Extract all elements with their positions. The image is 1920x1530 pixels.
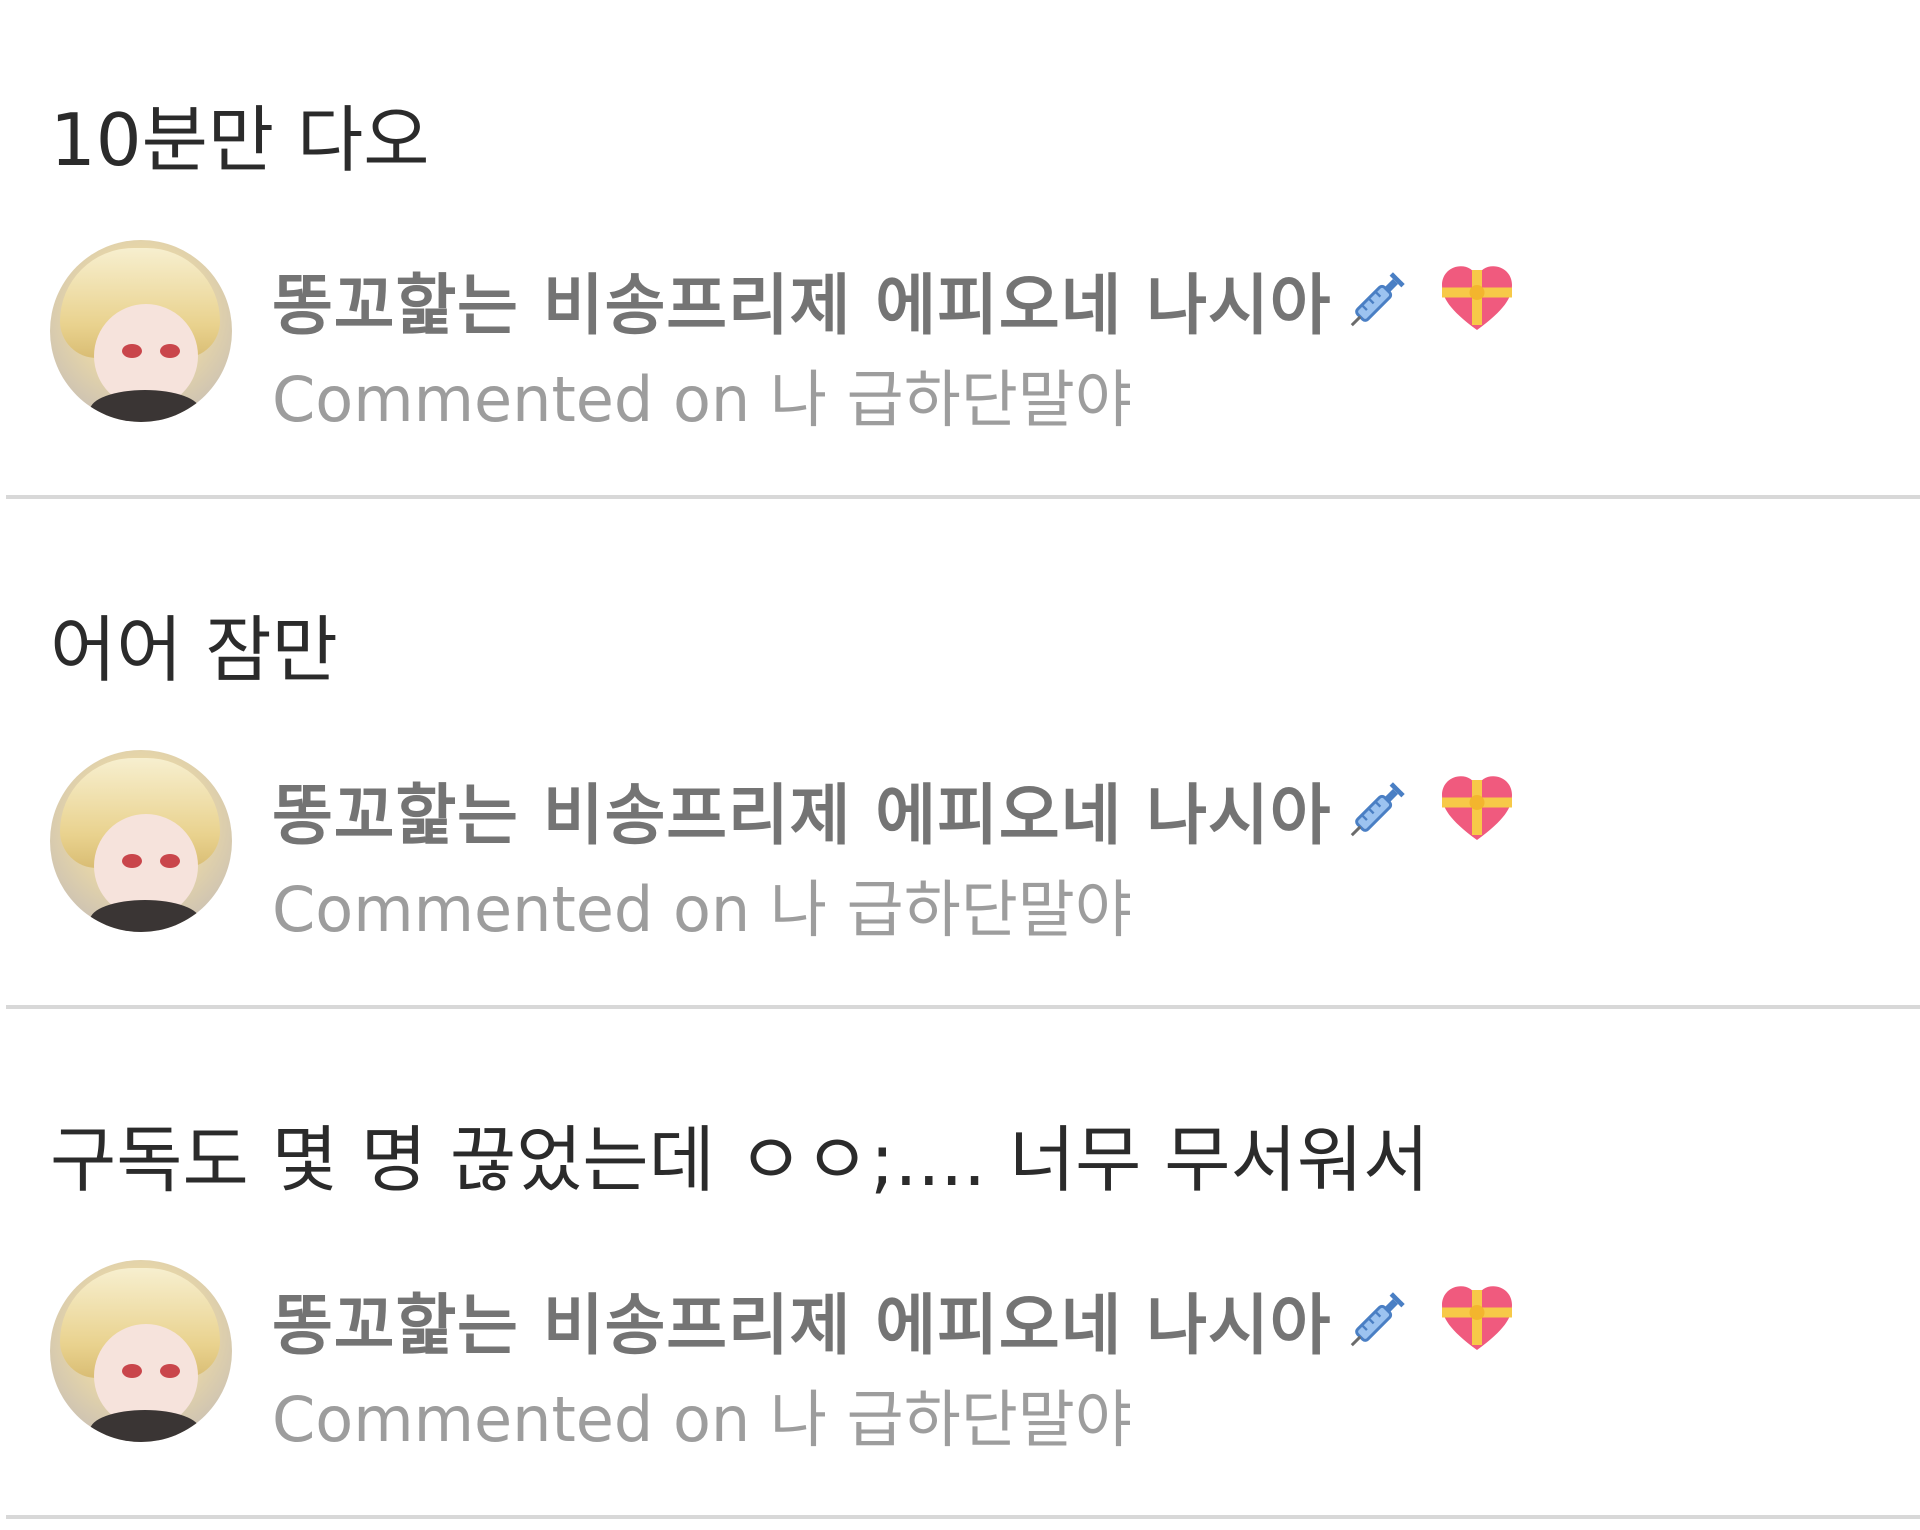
commented-on-line: Commented on 나 급하단말야 [272,350,1517,450]
commented-on-label: Commented on [272,873,770,946]
avatar[interactable] [50,240,232,422]
divider [6,1515,1920,1519]
comment-item[interactable]: 어어 잠만 똥꼬핥는 비송프리제 에피오네 나시아 Commented on 나… [0,510,1920,1020]
author-name-text: 똥꼬핥는 비송프리제 에피오네 나시아 [272,267,1332,344]
comment-meta: 똥꼬핥는 비송프리제 에피오네 나시아 Commented on 나 급하단말야 [272,250,1517,450]
author-name[interactable]: 똥꼬핥는 비송프리제 에피오네 나시아 [272,760,1517,860]
commented-on-label: Commented on [272,363,770,436]
author-name[interactable]: 똥꼬핥는 비송프리제 에피오네 나시아 [272,1270,1517,1370]
post-title-link[interactable]: 나 급하단말야 [770,873,1132,946]
avatar[interactable] [50,750,232,932]
author-name[interactable]: 똥꼬핥는 비송프리제 에피오네 나시아 [272,250,1517,350]
commented-on-line: Commented on 나 급하단말야 [272,860,1517,960]
comment-text: 10분만 다오 [50,98,430,182]
divider [6,1005,1920,1009]
heart-with-ribbon-icon [1442,776,1513,840]
divider [6,495,1920,499]
comment-text: 어어 잠만 [50,608,338,692]
post-title-link[interactable]: 나 급하단말야 [770,363,1132,436]
comment-item[interactable]: 10분만 다오 똥꼬핥는 비송프리제 에피오네 나시아 Commented on… [0,0,1920,510]
author-name-text: 똥꼬핥는 비송프리제 에피오네 나시아 [272,1287,1332,1364]
author-name-text: 똥꼬핥는 비송프리제 에피오네 나시아 [272,777,1332,854]
post-title-link[interactable]: 나 급하단말야 [770,1383,1132,1456]
syringe-icon [1351,272,1406,327]
comment-text: 구독도 몇 명 끊었는데 ㅇㅇ;.... 너무 무서워서 [50,1118,1430,1202]
comment-list: 10분만 다오 똥꼬핥는 비송프리제 에피오네 나시아 Commented on… [0,0,1920,1530]
avatar[interactable] [50,1260,232,1442]
comment-item[interactable]: 구독도 몇 명 끊었는데 ㅇㅇ;.... 너무 무서워서 똥꼬핥는 비송프리제 … [0,1020,1920,1530]
comment-meta: 똥꼬핥는 비송프리제 에피오네 나시아 Commented on 나 급하단말야 [272,1270,1517,1470]
commented-on-label: Commented on [272,1383,770,1456]
commented-on-line: Commented on 나 급하단말야 [272,1370,1517,1470]
heart-with-ribbon-icon [1442,266,1513,330]
syringe-icon [1351,1292,1406,1347]
syringe-icon [1351,782,1406,837]
comment-meta: 똥꼬핥는 비송프리제 에피오네 나시아 Commented on 나 급하단말야 [272,760,1517,960]
heart-with-ribbon-icon [1442,1286,1513,1350]
